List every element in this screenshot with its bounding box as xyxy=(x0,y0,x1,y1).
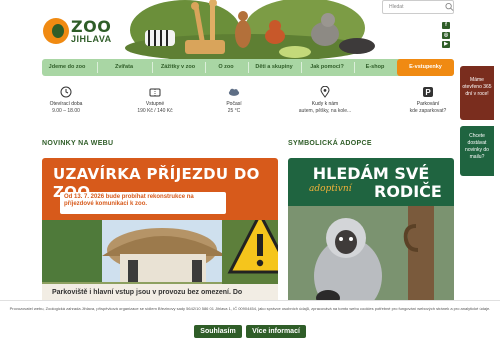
nav-zvirata[interactable]: Zvířata xyxy=(98,59,150,76)
nav-jak-pomoci[interactable]: Jak pomoci? xyxy=(302,59,352,76)
search-icon[interactable] xyxy=(445,2,454,12)
clock-icon xyxy=(60,86,72,98)
facebook-icon[interactable]: f xyxy=(442,22,450,29)
news-heading: NOVINKY NA WEBU xyxy=(42,140,114,147)
info-weather[interactable]: Počasí 25 °C xyxy=(214,86,254,115)
instagram-icon[interactable]: ◎ xyxy=(442,32,450,39)
info-opening-hours[interactable]: Otevírací doba 9.00 – 18.00 xyxy=(44,86,88,115)
nav-jdeme-do-zoo[interactable]: Jdeme do zoo xyxy=(42,59,92,76)
adoption-accent: adoptivní xyxy=(309,184,352,194)
location-pin-icon xyxy=(320,86,330,98)
info-title: Parkování xyxy=(416,101,440,107)
news-card-caption: Parkoviště i hlavní vstup jsou v provozu… xyxy=(52,289,243,296)
nav-o-zoo[interactable]: O zoo xyxy=(206,59,246,76)
info-title: Počasí xyxy=(226,101,242,107)
cookie-banner: Provozovatel webu, Zoologická zahrada Ji… xyxy=(0,300,500,349)
main-nav: Jdeme do zoo Zvířata Zážitky v zoo O zoo… xyxy=(42,59,454,76)
logo-icon[interactable] xyxy=(43,18,69,44)
info-admission[interactable]: Vstupné 190 Kč / 140 Kč xyxy=(130,86,180,115)
parking-icon: P xyxy=(423,87,433,97)
youtube-icon[interactable]: ▶ xyxy=(442,41,450,48)
cookie-text: Provozovatel webu, Zoologická zahrada Ji… xyxy=(9,306,491,311)
svg-text:P: P xyxy=(425,88,431,97)
info-directions[interactable]: Kudy k nám autem, pěšky, na kole... xyxy=(296,86,354,115)
info-value: 25 °C xyxy=(227,108,241,114)
info-parking[interactable]: P Parkování kde zaparkovat? xyxy=(402,86,454,115)
info-value: kde zaparkovat? xyxy=(409,108,447,114)
adoption-line2: RODIČE xyxy=(374,182,442,201)
newsletter-tab[interactable]: Chcete dostávat novinky do mailu? xyxy=(460,126,494,176)
search-input[interactable]: Hledat xyxy=(382,0,454,14)
logo-city[interactable]: JIHLAVA xyxy=(71,34,112,44)
info-value: 9.00 – 18.00 xyxy=(52,108,80,114)
opening-days-tab[interactable]: Máme otevřeno 365 dní v roce! xyxy=(460,66,494,120)
ticket-icon xyxy=(149,88,161,97)
site-header: ZOO JIHLAVA Hledat f ◎ ▶ xyxy=(0,0,500,60)
info-title: Otevírací doba xyxy=(49,101,83,107)
nav-deti-a-skupiny[interactable]: Děti a skupiny xyxy=(249,59,299,76)
info-value: autem, pěšky, na kole... xyxy=(298,108,352,114)
news-card-message: Od 13. 7. 2026 bude probíhat rekonstrukc… xyxy=(60,192,226,214)
adoption-card[interactable]: HLEDÁM SVÉ adoptivní RODIČE xyxy=(288,158,454,310)
nav-zazitky[interactable]: Zážitky v zoo xyxy=(153,59,203,76)
info-value: 190 Kč / 140 Kč xyxy=(137,108,173,114)
info-title: Vstupné xyxy=(145,101,165,107)
adoption-line1: HLEDÁM SVÉ xyxy=(312,164,430,183)
info-title: Kudy k nám xyxy=(311,101,339,107)
monkey-photo xyxy=(288,206,454,310)
cookie-accept-button[interactable]: Souhlasím xyxy=(194,325,242,338)
news-card[interactable]: UZAVÍRKA PŘÍJEZDU DO ZOO Od 13. 7. 2026 … xyxy=(42,158,278,310)
cookie-more-info-button[interactable]: Více informací xyxy=(246,325,306,338)
e-tickets-button[interactable]: E-vstupenky xyxy=(397,59,454,76)
adoption-heading: SYMBOLICKÁ ADOPCE xyxy=(288,140,372,147)
header-animals-illustration xyxy=(125,0,375,60)
cloud-icon xyxy=(228,88,240,96)
nav-eshop[interactable]: E-shop xyxy=(355,59,395,76)
